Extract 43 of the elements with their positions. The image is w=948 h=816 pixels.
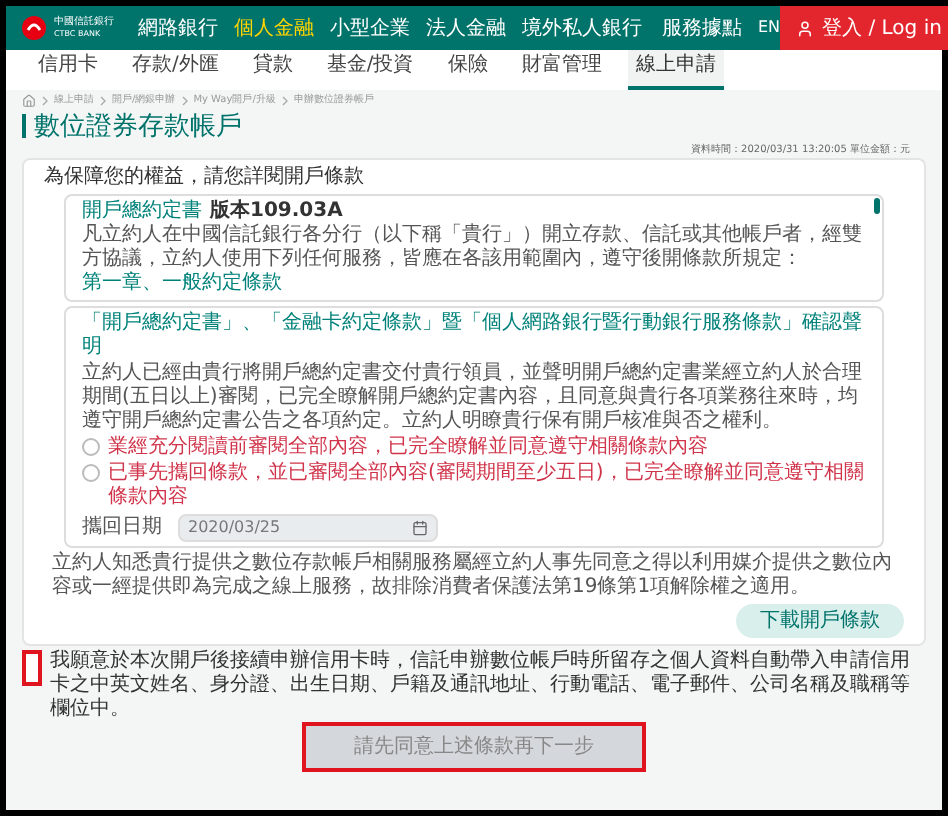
sub-nav-tab[interactable]: 財富管理 <box>513 50 610 90</box>
user-icon <box>796 19 815 37</box>
date-label: 攜回日期 <box>82 513 162 542</box>
sub-nav-tab[interactable]: 信用卡 <box>30 50 106 90</box>
nav-link[interactable]: 法人金融 <box>418 13 514 43</box>
chapter-heading: 第一章、一般約定條款 <box>82 272 284 296</box>
consent-checkbox[interactable] <box>22 650 42 686</box>
chevron-icon <box>42 96 48 107</box>
confirmation-heading: 「開戶總約定書」、「金融卡約定條款」暨「個人網路銀行暨行動銀行服務條款」確認聲明 <box>82 312 864 360</box>
chevron-icon <box>281 96 288 107</box>
notice-text: 立約人知悉貴行提供之數位存款帳戶相關服務屬經立約人事先同意之得以利用媒介提供之數位內容或一經提供即為完成之線上服務，故排除消費者保護法第19條第1項解除權之適用。 <box>50 552 894 600</box>
calendar-icon <box>412 519 428 535</box>
nav-link[interactable]: 境外私人銀行 <box>514 13 650 43</box>
consent-text: 我願意於本次開戶後接續申辦信用卡時，信託申辦數位帳戶時所留存之個人資料自動帶入申請信用卡之中英文姓名、身分證、出生日期、戶籍及通訊地址、行動電話、電子郵件、公司名稱及職稱等欄位中。 <box>50 650 912 722</box>
service-link[interactable]: 服務據點 <box>662 13 742 43</box>
document-title: 開戶總約定書 <box>82 200 202 223</box>
terms-intro: 為保障您的權益，請您詳閱開戶條款 <box>44 166 366 190</box>
sub-nav-tab[interactable]: 存款/外匯 <box>124 50 227 90</box>
radio-button[interactable] <box>82 464 100 482</box>
download-terms-button[interactable]: 下載開戶條款 <box>736 604 904 638</box>
login-button[interactable]: 登入 / Log in <box>780 6 948 50</box>
sub-nav-tab[interactable]: 線上申請 <box>627 50 724 90</box>
document-version: 版本109.03A <box>210 200 343 223</box>
scrollbar-thumb[interactable] <box>874 198 880 214</box>
title-bar-accent <box>22 114 26 138</box>
sub-nav-tab[interactable]: 貸款 <box>244 50 301 90</box>
page-title: 數位證券存款帳戶 <box>34 109 242 143</box>
confirmation-text: 立約人已經由貴行將開戶總約定書交付貴行領員，並聲明開戶總約定書業經立約人於合理期間(五日以上)審閱，已完全瞭解開戶總約定書內容，且同意與貴行各項業務往來時，均遵守開戶總約定書公告之各項約定。立約人明瞭貴行保有開戶核准與否之權利。 <box>82 362 864 434</box>
radio-label[interactable]: 已事先攜回條款，並已審閱全部內容(審閱期間至少五日)，已完全瞭解並同意遵守相關條款內容 <box>108 462 866 510</box>
document-text: 凡立約人在中國信託銀行各分行（以下稱「貴行」）開立存款、信託或其他帳戶者，經雙方協議，立約人使用下列任何服務，皆應在各該用範圍內，遵守後開條款所規定： <box>82 224 864 271</box>
logo-icon <box>22 16 46 40</box>
nav-link[interactable]: 網路銀行 <box>130 13 226 43</box>
language-link[interactable]: EN <box>758 16 781 40</box>
chevron-icon <box>181 96 188 107</box>
sub-nav-tab[interactable]: 基金/投資 <box>318 50 422 90</box>
sub-nav-tab[interactable]: 保險 <box>439 50 496 90</box>
nav-link[interactable]: 個人金融 <box>226 13 322 43</box>
radio-label[interactable]: 業經充分閱讀前審閱全部內容，已完全瞭解並同意遵守相關條款內容 <box>108 436 708 460</box>
nav-link[interactable]: 小型企業 <box>322 13 418 43</box>
date-field[interactable]: 2020/03/25 <box>178 513 438 541</box>
home-icon[interactable] <box>22 94 36 109</box>
radio-button[interactable] <box>82 438 100 456</box>
chevron-icon <box>100 96 106 107</box>
